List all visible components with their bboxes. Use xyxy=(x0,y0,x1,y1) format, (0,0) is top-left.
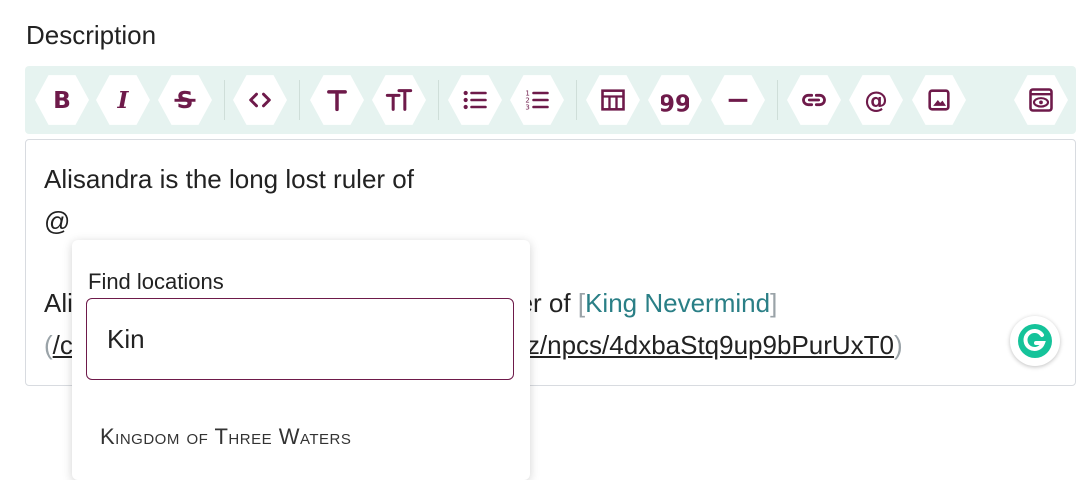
mention-button[interactable]: @ xyxy=(849,75,903,125)
toolbar-divider xyxy=(299,80,300,120)
editor-line-mention: @ xyxy=(44,206,71,236)
quote-button[interactable]: 99 xyxy=(648,75,702,125)
location-result-item[interactable]: Kingdom of Three Waters xyxy=(100,424,351,450)
italic-icon: I xyxy=(117,86,130,114)
toolbar-divider xyxy=(224,80,225,120)
bold-icon: B xyxy=(53,86,71,114)
numbered-list-icon: 123 xyxy=(525,89,549,111)
url-text[interactable]: z/npcs/4dxbaStq9up9bPurUxT0 xyxy=(527,330,894,360)
grammarly-icon xyxy=(1018,324,1052,358)
editor-toolbar: B I S 123 99 @ xyxy=(25,66,1076,134)
horizontal-rule-icon xyxy=(728,98,748,102)
link-icon xyxy=(802,93,826,107)
italic-button[interactable]: I xyxy=(96,75,150,125)
grammarly-button[interactable] xyxy=(1010,316,1060,366)
strikethrough-icon: S xyxy=(174,86,196,114)
url-bracket: ( xyxy=(44,330,53,360)
preview-icon xyxy=(1029,88,1053,112)
at-sign-icon: @ xyxy=(864,86,887,114)
link-button[interactable] xyxy=(787,75,841,125)
url-bracket: ) xyxy=(894,330,903,360)
heading-icon xyxy=(327,90,347,112)
table-icon xyxy=(601,89,625,111)
text-size-icon xyxy=(385,89,413,111)
horizontal-rule-button[interactable] xyxy=(711,75,765,125)
code-button[interactable] xyxy=(233,75,287,125)
code-icon xyxy=(249,92,271,108)
heading-button[interactable] xyxy=(310,75,364,125)
toolbar-divider xyxy=(438,80,439,120)
image-button[interactable] xyxy=(912,75,966,125)
bulleted-list-button[interactable] xyxy=(448,75,502,125)
svg-text:I: I xyxy=(117,86,130,114)
mention-popup: Find locations Kingdom of Three Waters xyxy=(72,240,530,480)
strikethrough-button[interactable]: S xyxy=(158,75,212,125)
editor-line: Alisandra is the long lost ruler of xyxy=(44,164,414,194)
numbered-list-button[interactable]: 123 xyxy=(510,75,564,125)
heading-smaller-button[interactable] xyxy=(372,75,426,125)
svg-text:99: 99 xyxy=(661,90,689,114)
link-bracket: ] xyxy=(770,288,778,318)
location-search-input[interactable] xyxy=(86,298,514,380)
preview-button[interactable] xyxy=(1014,75,1068,125)
link-text[interactable]: King Nevermind xyxy=(585,288,770,318)
toolbar-divider xyxy=(576,80,577,120)
bold-button[interactable]: B xyxy=(35,75,89,125)
toolbar-divider xyxy=(777,80,778,120)
svg-text:@: @ xyxy=(864,86,887,114)
svg-text:B: B xyxy=(53,86,71,114)
editor-text: Ali xyxy=(44,288,73,318)
link-bracket: [ xyxy=(577,288,586,318)
url-text[interactable]: /c xyxy=(53,330,73,360)
image-icon xyxy=(928,89,950,111)
bulleted-list-icon xyxy=(463,90,487,110)
svg-text:3: 3 xyxy=(525,103,529,111)
popup-title: Find locations xyxy=(88,269,224,294)
quote-icon: 99 xyxy=(661,90,689,114)
table-button[interactable] xyxy=(586,75,640,125)
description-label: Description xyxy=(26,20,157,50)
